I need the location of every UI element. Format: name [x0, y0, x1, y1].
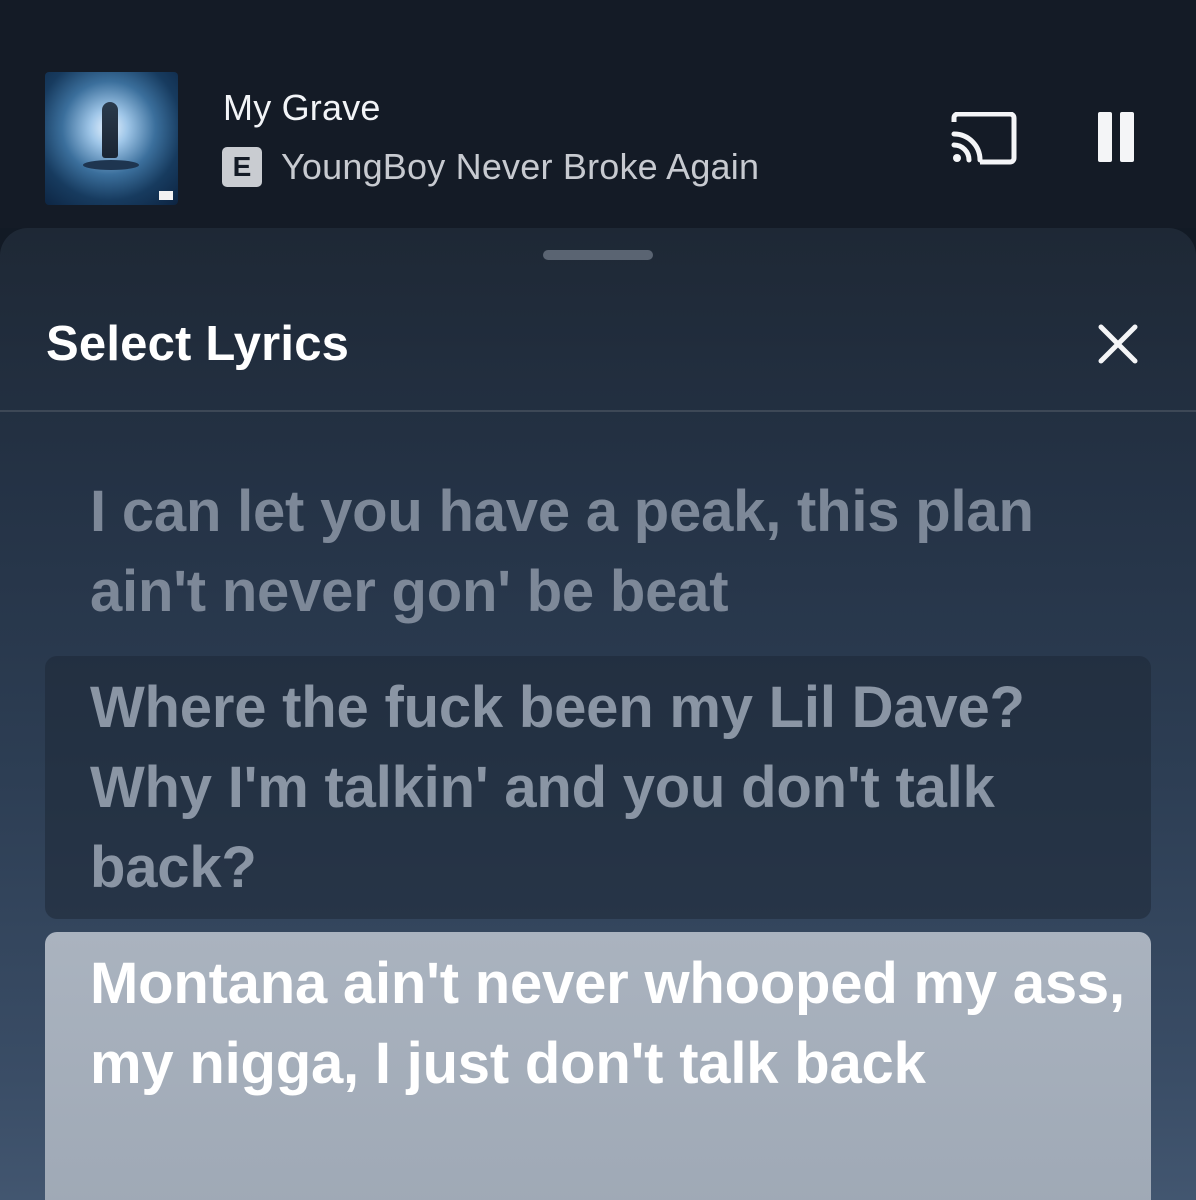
album-art[interactable] [45, 72, 178, 205]
selected-lyric-line[interactable]: Montana ain't never whooped my ass, my n… [90, 944, 1140, 1104]
select-lyrics-sheet: Select Lyrics I can let you have a peak,… [0, 228, 1196, 1200]
close-icon [1098, 324, 1138, 364]
pause-icon [1098, 112, 1112, 162]
close-button[interactable] [1094, 320, 1142, 368]
lyric-line-row[interactable]: Where the fuck been my Lil Dave? Why I'm… [45, 656, 1151, 919]
track-title: My Grave [223, 87, 381, 128]
lyric-line[interactable]: Where the fuck been my Lil Dave? Why I'm… [90, 668, 1130, 908]
sheet-grabber[interactable] [543, 250, 653, 260]
lyric-line[interactable]: I can let you have a peak, this plan ain… [90, 472, 1110, 632]
artist-name: YoungBoy Never Broke Again [281, 146, 760, 187]
album-art-figure [102, 102, 118, 158]
sheet-title: Select Lyrics [46, 317, 350, 371]
cast-icon [951, 111, 1017, 165]
now-playing-bar[interactable]: My Grave E YoungBoy Never Broke Again [0, 0, 1196, 228]
cast-button[interactable] [950, 111, 1018, 166]
explicit-badge: E [222, 147, 262, 187]
pause-button[interactable] [1096, 112, 1140, 164]
parental-advisory-label [159, 191, 173, 200]
lyrics-screen: My Grave E YoungBoy Never Broke Again Se… [0, 0, 1196, 1200]
lyrics-list[interactable]: I can let you have a peak, this plan ain… [0, 412, 1196, 1200]
album-art-platform [83, 160, 139, 170]
pause-icon-bar [1120, 112, 1134, 162]
selected-lyric-row[interactable]: Montana ain't never whooped my ass, my n… [45, 932, 1151, 1200]
